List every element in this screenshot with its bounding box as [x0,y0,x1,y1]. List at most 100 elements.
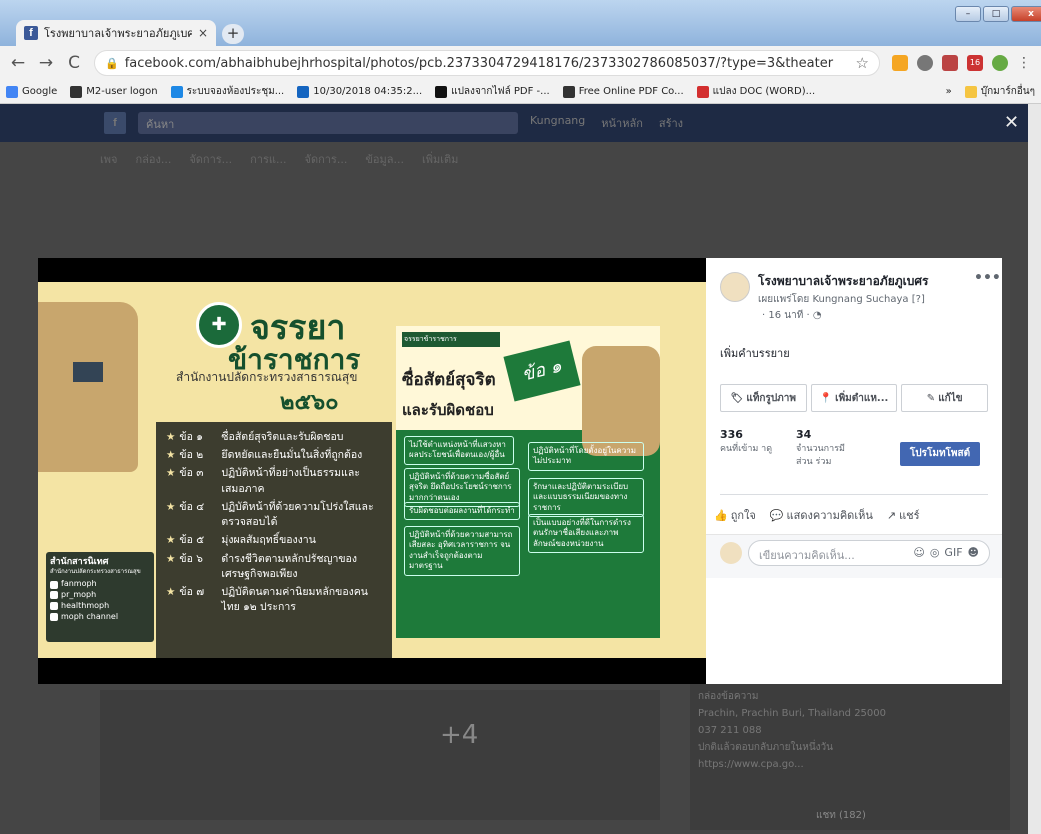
reaction-icon: ↗ [886,509,897,522]
star-icon: ★ [166,585,176,598]
page-info-line: Prachin, Prachin Buri, Thailand 25000 [698,708,887,719]
page-info-line: 037 211 088 [698,725,762,736]
card-box: เป็นแบบอย่างที่ดีในการดำรงตนรักษาชื่อเสี… [528,514,644,554]
new-tab-button[interactable]: + [222,24,244,44]
notification-badge[interactable]: 16 [967,55,983,71]
credit-item: pr_moph [50,590,150,601]
action-icon: ✎ [926,392,936,404]
extensions: 16 ⋮ [892,55,1031,71]
page-tab[interactable]: การแ... [250,150,286,168]
browser-toolbar: ← → C 🔒 facebook.com/abhaibhubejhrhospit… [0,46,1041,80]
reaction-icon: 💬 [769,509,784,522]
uniform-illustration [38,302,138,472]
page-tab[interactable]: กล่อง... [135,150,171,168]
browser-menu-icon[interactable]: ⋮ [1017,55,1031,71]
code-number: ข้อ ๗ [179,585,205,598]
credit-label: fanmoph [61,579,97,589]
bookmark-item[interactable]: Free Online PDF Co... [562,85,684,98]
star-icon: ★ [166,467,176,480]
bookmark-item[interactable]: 10/30/2018 04:35:2... [297,85,422,98]
reaction-label: แสดงความคิดเห็น [786,509,873,522]
profile-avatar[interactable] [992,55,1008,71]
credits-list: fanmoph pr_moph healthmoph moph channel [50,579,150,622]
page-scrollbar[interactable] [1028,104,1041,834]
bookmark-item[interactable]: Google [6,85,57,98]
back-button[interactable]: ← [10,53,26,73]
card-box: ปฏิบัติหน้าที่โดยตั้งอยู่ในความไม่ประมาท [528,442,644,471]
other-bookmarks-folder[interactable]: บุ๊กมาร์กอื่นๆ [964,84,1035,99]
forward-button[interactable]: → [38,53,54,73]
bookmarks-more-button[interactable]: » [946,86,952,97]
address-bar[interactable]: 🔒 facebook.com/abhaibhubejhrhospital/pho… [94,50,880,76]
extension-icon[interactable] [892,55,908,71]
star-icon: ★ [166,534,176,547]
chat-button[interactable]: แชท (182) [816,808,866,823]
commenter-avatar [720,542,742,564]
emoji-icon[interactable]: ☺ [913,546,924,560]
more-options-icon[interactable]: ••• [974,270,1001,286]
bookmark-star-icon[interactable]: ☆ [856,54,869,72]
code-text: ปฏิบัติหน้าที่อย่างเป็นธรรมและเสมอภาค [221,467,360,495]
browser-tab[interactable]: f โรงพยาบาลเจ้าพระยาอภัยภูเบศร - × [16,20,216,46]
uniform-illustration [582,346,660,456]
minimize-button[interactable]: – [955,6,981,22]
close-window-button[interactable]: x [1011,6,1041,22]
tab-close-icon[interactable]: × [198,26,208,40]
bookmark-item[interactable]: ระบบจองห้องประชุม... [170,84,284,99]
stat-number: 336 [720,428,743,441]
comment-input[interactable]: เขียนความคิดเห็น... ☺ ◎ GIF ☻ [748,540,990,566]
comment-button[interactable]: 💬 แสดงความคิดเห็น [770,506,873,524]
extension-icon[interactable] [917,55,933,71]
action-label: เพิ่มตำแห... [835,392,889,404]
bookmark-icon [696,85,709,98]
page-tab[interactable]: เพจ [100,150,117,168]
maximize-button[interactable]: □ [983,6,1009,22]
credit-label: pr_moph [61,590,97,600]
add-caption-link[interactable]: เพิ่มคำบรรยาย [720,344,790,362]
bookmark-item[interactable]: แปลงจากไฟล์ PDF -... [435,84,550,99]
like-button[interactable]: 👍 ถูกใจ [714,506,756,524]
page-tab[interactable]: เพิ่มเติม [422,150,458,168]
tag-photo-button[interactable]: 🏷 แท็กรูปภาพ [720,384,807,412]
photo-image[interactable]: ✚ จรรยา ข้าราชการ สำนักงานปลัดกระทรวงสาธ… [38,282,706,658]
facebook-search-input[interactable]: ค้นหา [138,112,518,134]
pdf-extension-icon[interactable] [942,55,958,71]
page-tab[interactable]: จัดการ... [189,150,232,168]
bookmark-icon [170,85,183,98]
green-card-header: จรรยาข้าราชการ ซื่อสัตย์สุจริต และรับผิด… [396,326,660,456]
action-label: แก้ไข [938,392,963,404]
sticker-icon[interactable]: ☻ [968,546,979,560]
card-box: ปฏิบัติหน้าที่ด้วยความสามารถ เสียสละ อุท… [404,526,520,576]
page-tab[interactable]: จัดการ... [305,150,348,168]
page-tab[interactable]: ข้อมูล... [365,150,404,168]
page-tabs: เพจ กล่อง... จัดการ... การแ... จัดการ... ข้อม… [100,150,458,168]
facebook-nav-item[interactable]: สร้าง [659,114,683,132]
bookmarks-bar: Google M2-user logon ระบบจองห้องประชุม... 1… [0,80,1041,104]
page-avatar[interactable] [720,272,750,302]
code-badge: ข้อ ๑ [503,340,581,402]
bookmark-label: M2-user logon [86,86,158,97]
code-text: มุ่งผลสัมฤทธิ์ของงาน [221,534,316,547]
star-icon: ★ [166,500,176,513]
edit-button[interactable]: ✎ แก้ไข [901,384,989,412]
post-time[interactable]: · 16 นาที · ◔ [762,308,822,323]
bookmark-item[interactable]: M2-user logon [70,85,158,98]
close-theater-button[interactable]: ✕ [1004,112,1019,133]
bookmark-label: แปลงจากไฟล์ PDF -... [451,86,550,97]
share-button[interactable]: ↗ แชร์ [887,506,920,524]
boost-post-button[interactable]: โปรโมทโพสต์ [900,442,980,466]
social-icon [50,602,58,611]
camera-icon[interactable]: ◎ [930,546,940,560]
page-name-link[interactable]: โรงพยาบาลเจ้าพระยาอภัยภูเบศร [758,272,928,291]
stat-label: คนที่เข้าม าดู [720,444,773,454]
code-number: ข้อ ๔ [179,500,205,513]
facebook-nav-item[interactable]: Kungnang [530,114,585,132]
published-by: เผยแพร่โดย Kungnang Suchaya [?] [758,294,925,305]
reload-button[interactable]: C [66,53,82,73]
divider [720,494,988,495]
code-number: ข้อ ๕ [179,534,205,547]
gif-icon[interactable]: GIF [944,546,962,560]
add-location-button[interactable]: 📍 เพิ่มตำแห... [810,384,898,412]
facebook-nav-item[interactable]: หน้าหลัก [601,114,643,132]
bookmark-item[interactable]: แปลง DOC (WORD)... [696,84,815,99]
